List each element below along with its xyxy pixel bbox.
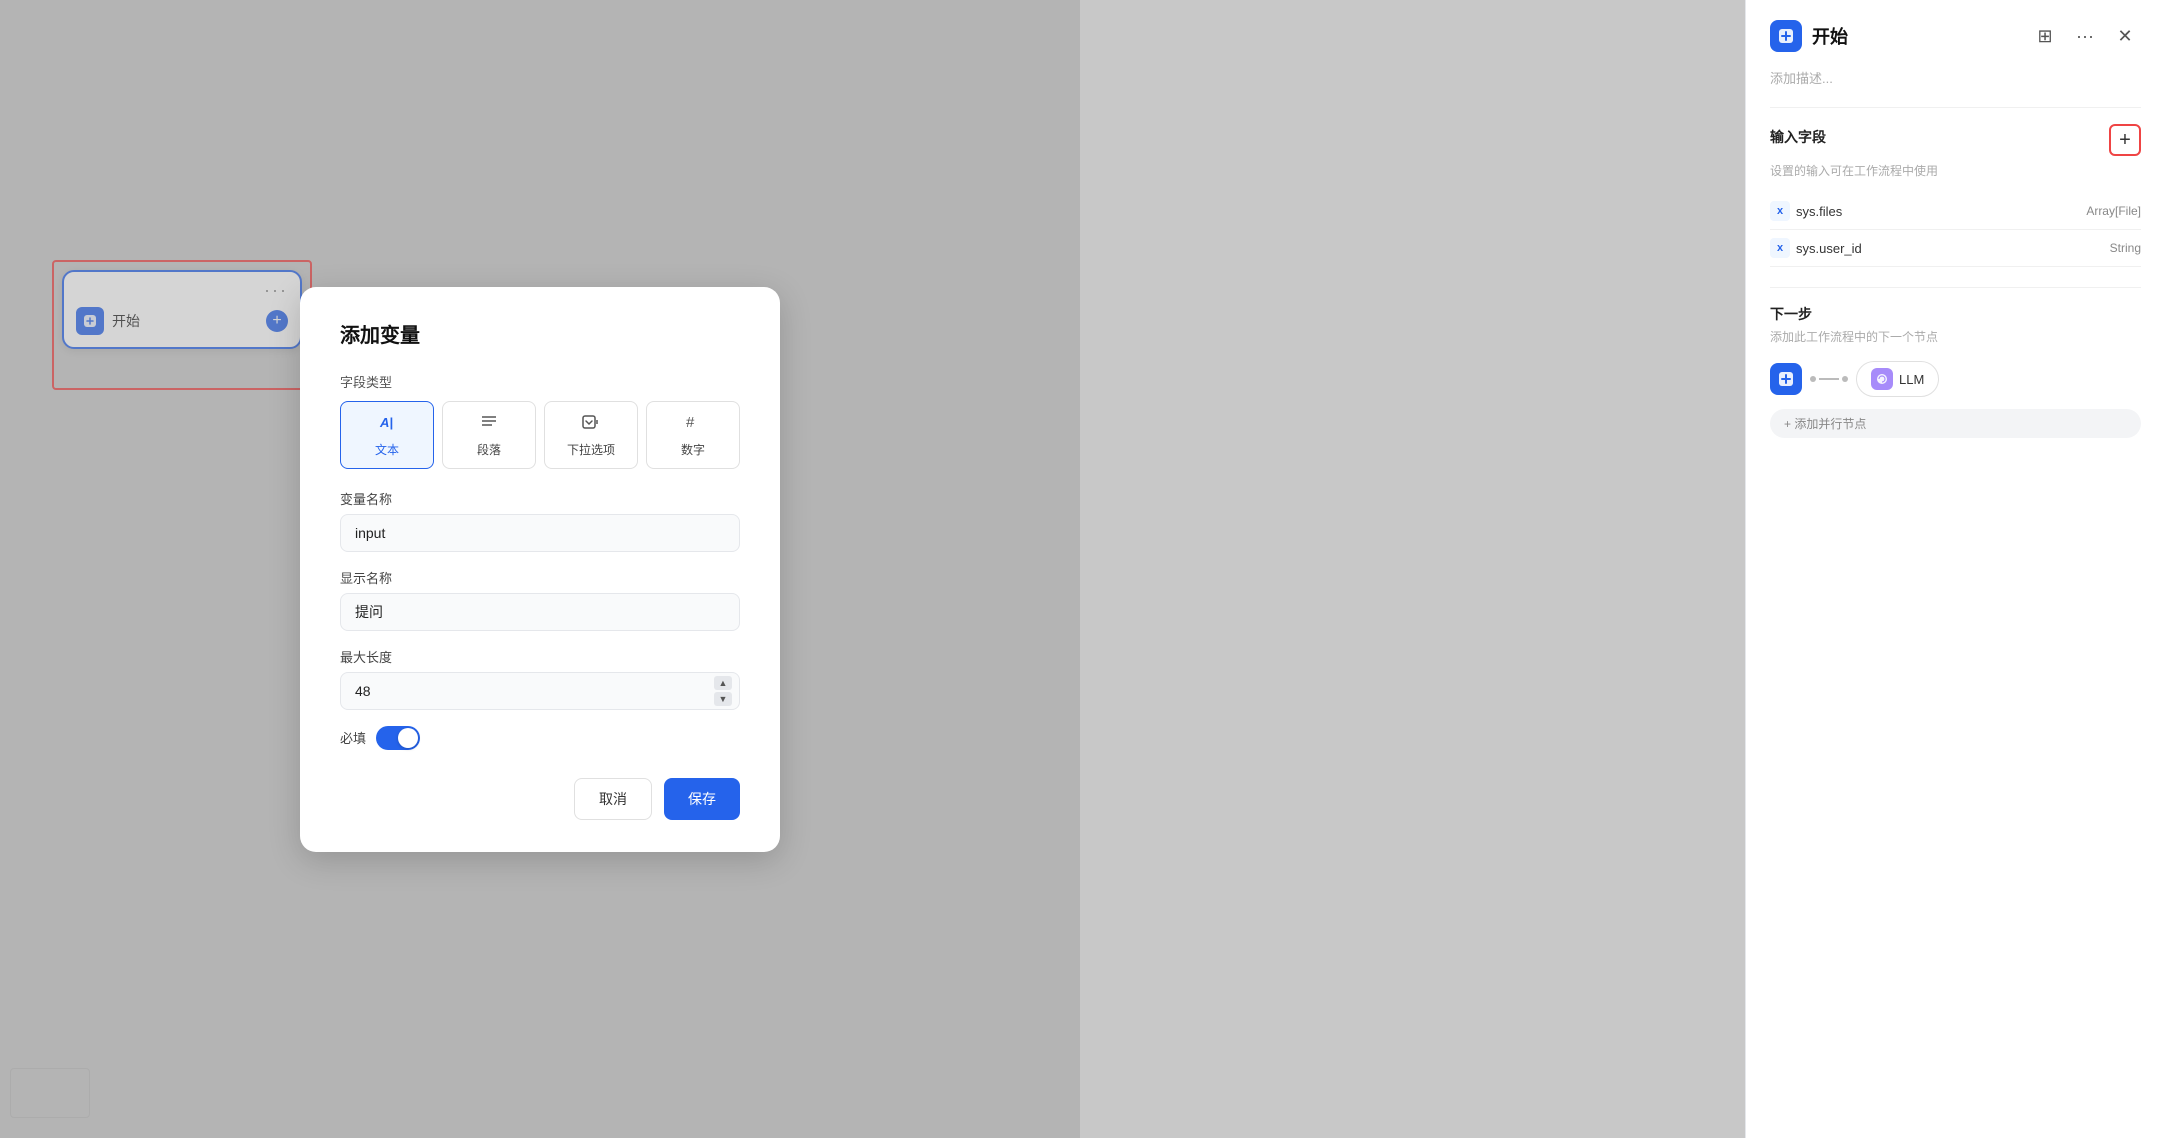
divider-1	[1770, 107, 2141, 108]
field-name-sys-user-id: sys.user_id	[1796, 241, 1862, 256]
flow-start-node	[1770, 363, 1802, 395]
type-btn-text[interactable]: A| 文本	[340, 401, 434, 469]
dropdown-type-icon	[581, 412, 601, 437]
llm-node-label: LLM	[1899, 372, 1924, 387]
field-icon-sys-user-id: x	[1770, 238, 1790, 258]
more-icon: ···	[2076, 26, 2094, 47]
field-row-sys-user-id: x sys.user_id String	[1770, 230, 2141, 267]
field-type-label: 字段类型	[340, 372, 740, 391]
field-row-sys-files: x sys.files Array[File]	[1770, 193, 2141, 230]
layout-button[interactable]: ⊞	[2029, 20, 2061, 52]
flow-dot-2	[1842, 376, 1848, 382]
svg-text:A|: A|	[379, 415, 393, 430]
layout-icon: ⊞	[2037, 26, 2052, 47]
modal-overlay: 添加变量 字段类型 A| 文本	[0, 0, 1080, 1138]
display-name-label: 显示名称	[340, 568, 740, 587]
field-name-sys-files: sys.files	[1796, 204, 1842, 219]
required-label: 必填	[340, 728, 366, 747]
input-fields-section: 输入字段 + 设置的输入可在工作流程中使用 x sys.files Array[…	[1770, 124, 2141, 267]
text-type-label: 文本	[375, 441, 399, 458]
field-left-sys-files: x sys.files	[1770, 201, 1842, 221]
canvas: ··· 开始 + 添加变量 字段类型	[0, 0, 1080, 1138]
number-arrows: ▲ ▼	[714, 676, 732, 706]
type-btn-dropdown[interactable]: 下拉选项	[544, 401, 638, 469]
add-parallel-label: + 添加并行节点	[1784, 415, 1866, 432]
paragraph-type-label: 段落	[477, 441, 501, 458]
field-type-sys-files: Array[File]	[2086, 204, 2141, 218]
required-row: 必填	[340, 726, 740, 750]
modal-title: 添加变量	[340, 319, 740, 348]
number-type-label: 数字	[681, 441, 705, 458]
close-icon: ✕	[2117, 26, 2132, 47]
next-step-sub: 添加此工作流程中的下一个节点	[1770, 328, 2141, 345]
close-panel-button[interactable]: ✕	[2109, 20, 2141, 52]
type-btn-paragraph[interactable]: 段落	[442, 401, 536, 469]
field-icon-sys-files: x	[1770, 201, 1790, 221]
dropdown-type-label: 下拉选项	[567, 441, 615, 458]
panel-header: 开始 ⊞ ··· ✕	[1770, 20, 2141, 52]
paragraph-type-icon	[479, 412, 499, 437]
input-fields-sub: 设置的输入可在工作流程中使用	[1770, 162, 2141, 179]
cancel-button[interactable]: 取消	[574, 778, 652, 820]
panel-description: 添加描述...	[1770, 68, 2141, 87]
number-increase-btn[interactable]: ▲	[714, 676, 732, 690]
add-variable-modal: 添加变量 字段类型 A| 文本	[300, 287, 780, 852]
text-type-icon: A|	[377, 412, 397, 437]
panel-title-group: 开始	[1770, 20, 1848, 52]
variable-name-label: 变量名称	[340, 489, 740, 508]
add-parallel-button[interactable]: + 添加并行节点	[1770, 409, 2141, 438]
max-length-input[interactable]	[340, 672, 740, 710]
llm-node-icon	[1871, 368, 1893, 390]
toggle-knob	[398, 728, 418, 748]
panel-node-icon	[1770, 20, 1802, 52]
add-input-field-button[interactable]: +	[2109, 124, 2141, 156]
flow-row: LLM	[1770, 361, 2141, 397]
panel-actions: ⊞ ··· ✕	[2029, 20, 2141, 52]
flow-line	[1819, 378, 1839, 380]
field-left-sys-user-id: x sys.user_id	[1770, 238, 1862, 258]
next-step-title: 下一步	[1770, 304, 2141, 324]
modal-footer: 取消 保存	[340, 778, 740, 820]
input-fields-title: 输入字段	[1770, 127, 1826, 147]
flow-llm-node[interactable]: LLM	[1856, 361, 1939, 397]
flow-connector	[1810, 376, 1848, 382]
display-name-input[interactable]	[340, 593, 740, 631]
next-step-section: 下一步 添加此工作流程中的下一个节点	[1770, 304, 2141, 438]
number-type-icon: #	[683, 412, 703, 437]
field-type-sys-user-id: String	[2110, 241, 2141, 255]
type-btn-number[interactable]: # 数字	[646, 401, 740, 469]
number-decrease-btn[interactable]: ▼	[714, 692, 732, 706]
add-field-icon: +	[2119, 129, 2131, 152]
panel-title: 开始	[1812, 23, 1848, 49]
right-panel: 开始 ⊞ ··· ✕ 添加描述... 输入字段 + 设置的输入可在工作流程中使用	[1745, 0, 2165, 1138]
max-length-wrap: ▲ ▼	[340, 672, 740, 710]
svg-text:#: #	[686, 414, 695, 431]
save-button[interactable]: 保存	[664, 778, 740, 820]
divider-2	[1770, 287, 2141, 288]
required-toggle[interactable]	[376, 726, 420, 750]
max-length-label: 最大长度	[340, 647, 740, 666]
type-selector: A| 文本 段落	[340, 401, 740, 469]
flow-dot-1	[1810, 376, 1816, 382]
variable-name-input[interactable]	[340, 514, 740, 552]
more-options-button[interactable]: ···	[2069, 20, 2101, 52]
